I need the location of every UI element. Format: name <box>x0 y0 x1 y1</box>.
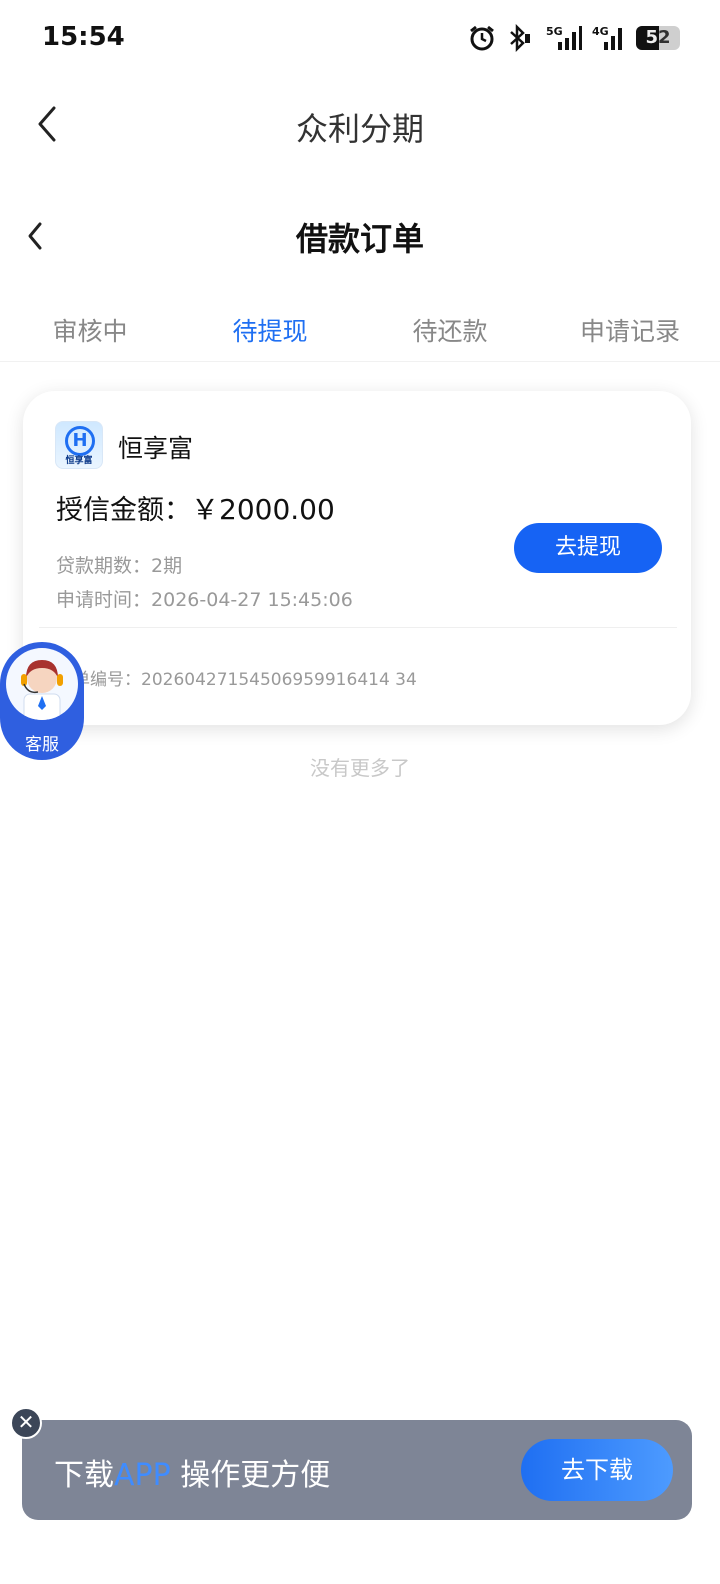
order-tabs: 审核中 待提现 待还款 申请记录 <box>0 300 720 362</box>
tab-reviewing[interactable]: 审核中 <box>0 300 180 361</box>
download-button[interactable]: 去下载 <box>521 1439 673 1501</box>
status-icons: 5G 4G 52 <box>468 24 680 52</box>
download-text-prefix: 下载 <box>54 1458 114 1493</box>
no-more-text: 没有更多了 <box>310 756 410 780</box>
withdraw-button[interactable]: 去提现 <box>514 523 662 573</box>
credit-line: 授信金额：￥2000.00 <box>56 488 335 528</box>
download-text: 下载APP 操作更方便 <box>54 1450 330 1494</box>
tab-application-records[interactable]: 申请记录 <box>540 300 720 361</box>
brand-logo: H 恒享富 <box>55 421 103 469</box>
download-text-highlight: APP <box>114 1458 171 1493</box>
status-bar: 15:54 5G 4G 52 <box>0 0 720 80</box>
page-header: 借款订单 <box>0 200 720 270</box>
app-title: 众利分期 <box>295 110 424 148</box>
credit-label: 授信金额： <box>56 495 191 526</box>
svg-text:5G: 5G <box>546 25 563 38</box>
status-time: 15:54 <box>42 22 125 52</box>
page-title: 借款订单 <box>295 220 424 258</box>
applied-label: 申请时间： <box>56 589 152 611</box>
download-text-suffix: 操作更方便 <box>170 1458 331 1493</box>
logo-subtitle: 恒享富 <box>65 456 93 466</box>
battery-icon: 52 <box>636 26 680 50</box>
tab-pending-withdrawal[interactable]: 待提现 <box>180 300 360 361</box>
customer-service-button[interactable]: 客服 <box>0 642 84 760</box>
customer-service-label: 客服 <box>25 735 59 755</box>
signal-5g-icon: 5G <box>542 24 582 52</box>
period-label: 贷款期数： <box>56 555 152 577</box>
brand-name: 恒享富 <box>118 434 194 463</box>
card-divider <box>39 627 677 628</box>
logo-letter: H <box>65 426 95 456</box>
order-no-value: 20260427154506959916414 34 <box>141 670 417 690</box>
application-time: 申请时间：2026-04-27 15:45:06 <box>56 585 353 612</box>
close-icon[interactable]: ✕ <box>10 1407 42 1439</box>
battery-level: 52 <box>645 27 671 48</box>
alarm-icon <box>468 24 496 52</box>
agent-avatar-icon <box>6 648 78 720</box>
signal-4g-icon: 4G <box>592 24 626 52</box>
app-header: 众利分期 <box>0 88 720 160</box>
svg-text:4G: 4G <box>592 25 609 38</box>
loan-period: 贷款期数：2期 <box>56 551 182 578</box>
credit-amount: ￥2000.00 <box>191 493 335 526</box>
order-card: H 恒享富 恒享富 授信金额：￥2000.00 贷款期数：2期 申请时间：202… <box>23 391 691 725</box>
download-banner: 下载APP 操作更方便 去下载 <box>22 1420 692 1520</box>
tab-pending-repayment[interactable]: 待还款 <box>360 300 540 361</box>
bluetooth-icon <box>506 24 532 52</box>
applied-value: 2026-04-27 15:45:06 <box>151 589 353 611</box>
order-number: 单编号：20260427154506959916414 34 <box>73 665 417 690</box>
period-value: 2期 <box>151 555 183 577</box>
